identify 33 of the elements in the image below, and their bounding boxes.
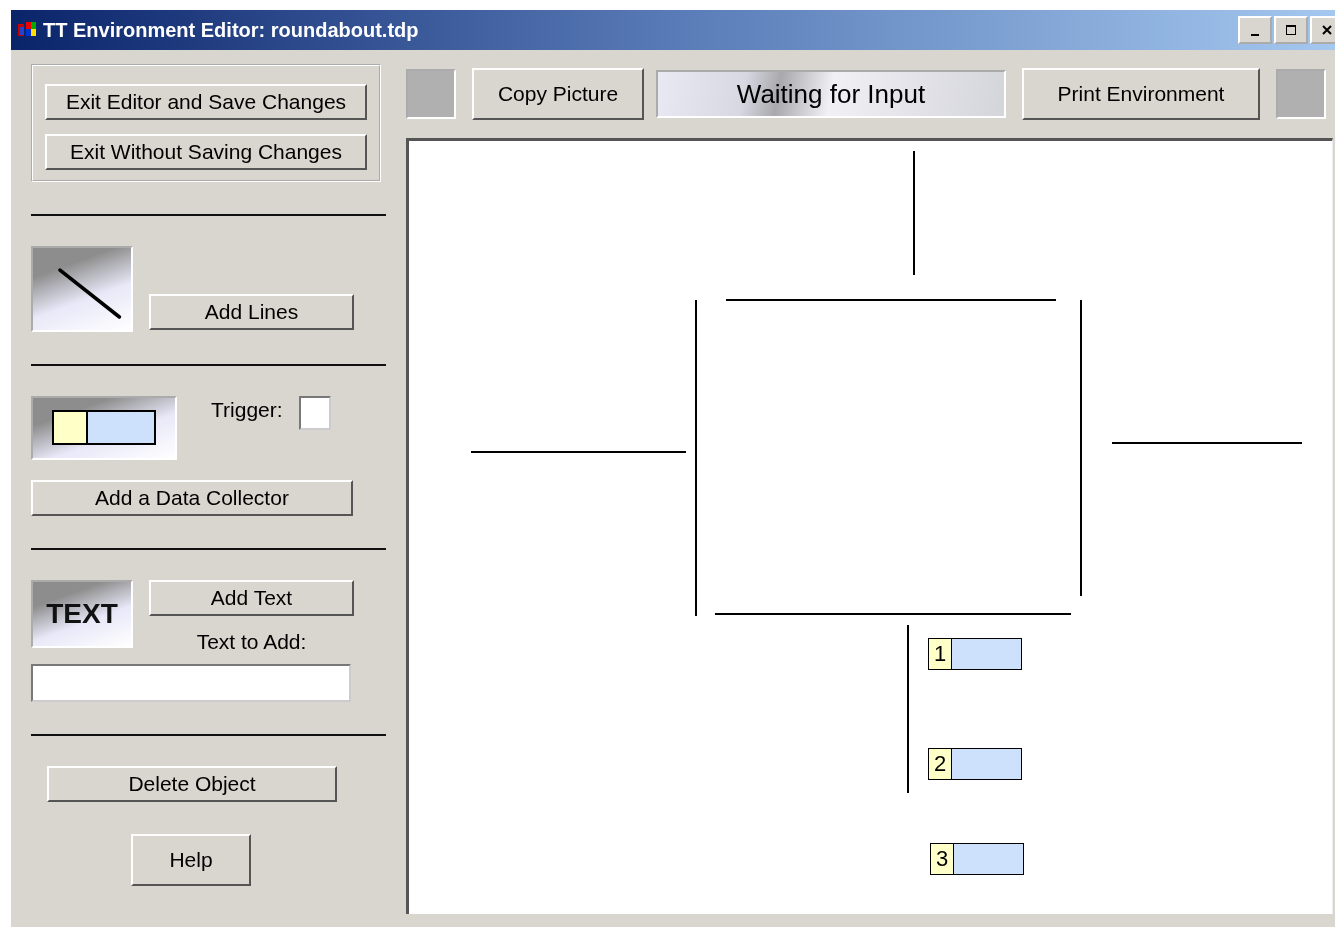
delete-object-button[interactable]: Delete Object bbox=[47, 766, 337, 802]
exit-button[interactable]: Exit Editor and Save Changes bbox=[45, 84, 367, 120]
close-icon bbox=[1321, 24, 1333, 36]
collector-number: 2 bbox=[929, 749, 952, 779]
add-collector-button[interactable]: Add a Data Collector bbox=[31, 480, 353, 516]
text-tool-button[interactable]: TEXT bbox=[31, 580, 133, 648]
help-button[interactable]: Help bbox=[131, 834, 251, 886]
collector-bar bbox=[952, 749, 1021, 779]
data-collector-icon bbox=[52, 410, 156, 446]
minimize-icon bbox=[1251, 34, 1259, 36]
blank-button[interactable] bbox=[1276, 69, 1326, 119]
close-button[interactable] bbox=[1310, 16, 1335, 44]
collector-bar bbox=[954, 844, 1023, 874]
collector-number: 1 bbox=[929, 639, 952, 669]
app-icon bbox=[17, 21, 37, 39]
window-title: TT Environment Editor: roundabout.tdp bbox=[43, 18, 420, 42]
add-lines-button[interactable]: Add Lines bbox=[149, 294, 354, 330]
trigger-label: Trigger: bbox=[211, 398, 283, 422]
trigger-checkbox[interactable] bbox=[298, 396, 331, 430]
line-tool-button[interactable] bbox=[31, 246, 133, 332]
collector-bar bbox=[952, 639, 1021, 669]
status-display: Waiting for Input bbox=[656, 70, 1006, 118]
add-text-button[interactable]: Add Text bbox=[149, 580, 354, 616]
collector-number: 3 bbox=[931, 844, 954, 874]
maximize-button[interactable] bbox=[1274, 16, 1308, 44]
text-input-field[interactable] bbox=[31, 664, 351, 702]
collector-tool-button[interactable] bbox=[31, 396, 177, 460]
blank-button[interactable] bbox=[406, 69, 456, 119]
exit-button[interactable]: Exit Without Saving Changes bbox=[45, 134, 367, 170]
print-environment-button[interactable]: Print Environment bbox=[1022, 68, 1260, 120]
maximize-icon bbox=[1285, 24, 1297, 36]
text-to-add-label: Text to Add: bbox=[196, 630, 307, 654]
copy-picture-button[interactable]: Copy Picture bbox=[472, 68, 644, 120]
